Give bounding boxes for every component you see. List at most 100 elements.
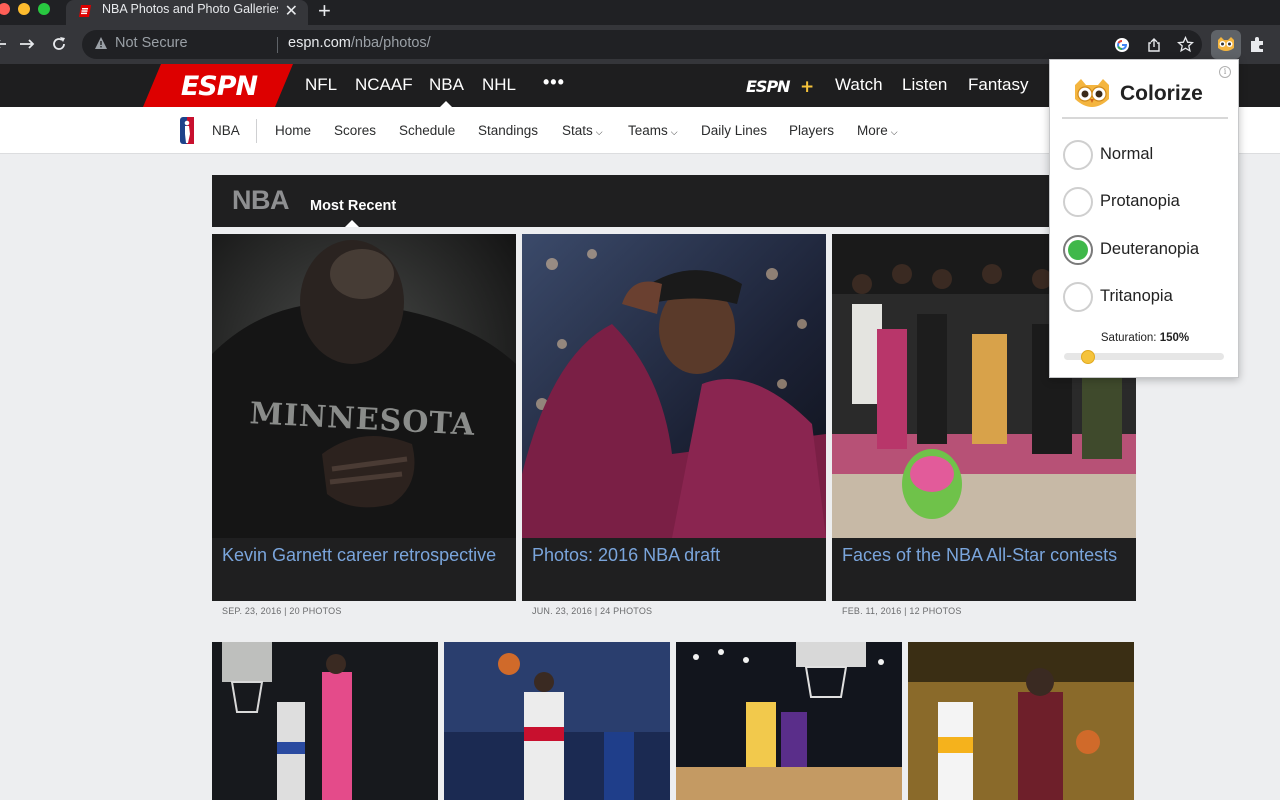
google-icon[interactable] bbox=[1114, 37, 1130, 53]
gallery-thumbnail[interactable] bbox=[908, 642, 1134, 800]
sub-nav-teams-label: Teams bbox=[628, 123, 668, 138]
option-deuteranopia[interactable]: Deuteranopia bbox=[1063, 235, 1233, 265]
radio-tritanopia[interactable] bbox=[1063, 282, 1093, 312]
saturation-text: Saturation: bbox=[1100, 332, 1157, 344]
espn-logo[interactable]: ESPN bbox=[143, 64, 293, 107]
gallery-card[interactable]: Photos: 2016 NBA draft JUN. 23, 2016 | 2… bbox=[522, 234, 826, 616]
owl-logo-icon bbox=[1075, 79, 1109, 107]
card-meta: SEP. 23, 2016 | 20 PHOTOS bbox=[222, 606, 342, 616]
saturation-slider-thumb[interactable] bbox=[1081, 350, 1095, 364]
browser-tab-strip: NBA Photos and Photo Galleries ✕ + bbox=[0, 0, 1280, 25]
gallery-thumbnail[interactable] bbox=[676, 642, 902, 800]
espn-favicon-icon bbox=[79, 5, 91, 17]
option-protanopia[interactable]: Protanopia bbox=[1063, 187, 1233, 217]
active-tab-caret bbox=[345, 220, 359, 227]
bookmark-star-icon[interactable] bbox=[1177, 36, 1194, 53]
option-label: Deuteranopia bbox=[1100, 240, 1200, 258]
radio-deuteranopia[interactable] bbox=[1063, 235, 1093, 265]
card-title[interactable]: Photos: 2016 NBA draft bbox=[532, 544, 816, 566]
sub-nav-home[interactable]: Home bbox=[275, 123, 311, 138]
zoom-window-button[interactable] bbox=[38, 3, 50, 15]
chevron-down-icon: ⌵ bbox=[890, 127, 898, 137]
sub-nav-players[interactable]: Players bbox=[789, 123, 834, 138]
popup-title: Colorize bbox=[1120, 82, 1203, 105]
basketball-action-image bbox=[676, 642, 902, 800]
close-window-button[interactable] bbox=[0, 3, 10, 15]
tab-title: NBA Photos and Photo Galleries bbox=[102, 2, 278, 16]
nav-ncaaf[interactable]: NCAAF bbox=[355, 75, 413, 95]
sub-nav-scores[interactable]: Scores bbox=[334, 123, 376, 138]
card-meta: FEB. 11, 2016 | 12 PHOTOS bbox=[842, 606, 962, 616]
svg-text:ESPN: ESPN bbox=[181, 71, 259, 102]
nav-watch[interactable]: Watch bbox=[835, 75, 883, 95]
sub-nav-schedule[interactable]: Schedule bbox=[399, 123, 455, 138]
card-caption[interactable]: Faces of the NBA All-Star contests bbox=[832, 538, 1136, 601]
popup-divider bbox=[1062, 117, 1228, 119]
nba-draft-image bbox=[522, 234, 826, 538]
radio-protanopia[interactable] bbox=[1063, 187, 1093, 217]
nav-fantasy[interactable]: Fantasy bbox=[968, 75, 1028, 95]
gallery-card[interactable]: MINNESOTA Kevin Garnett career retrospec… bbox=[212, 234, 516, 616]
sub-nav-nba[interactable]: NBA bbox=[212, 123, 240, 138]
reload-icon[interactable] bbox=[49, 34, 69, 54]
option-normal[interactable]: Normal bbox=[1063, 140, 1233, 170]
card-title[interactable]: Kevin Garnett career retrospective bbox=[222, 544, 506, 566]
not-secure-label[interactable]: Not Secure bbox=[115, 35, 188, 51]
address-bar[interactable]: Not Secure espn.com/nba/photos/ bbox=[82, 30, 1202, 59]
chevron-down-icon: ⌵ bbox=[595, 127, 603, 137]
back-arrow-icon[interactable] bbox=[0, 34, 14, 54]
sub-nav-more[interactable]: More ⌵ bbox=[857, 123, 898, 138]
gallery-title: NBA bbox=[232, 185, 290, 215]
espn-plus-logo[interactable]: ESPN + bbox=[746, 77, 814, 95]
nav-listen[interactable]: Listen bbox=[902, 75, 947, 95]
sub-nav-daily-lines[interactable]: Daily Lines bbox=[701, 123, 767, 138]
basketball-action-image bbox=[444, 642, 670, 800]
colorize-extension-button[interactable] bbox=[1211, 30, 1241, 59]
svg-text:+: + bbox=[800, 77, 814, 95]
radio-normal[interactable] bbox=[1063, 140, 1093, 170]
url-text[interactable]: espn.com/nba/photos/ bbox=[288, 35, 431, 51]
info-icon[interactable]: i bbox=[1219, 66, 1231, 78]
owl-icon bbox=[1218, 37, 1234, 51]
gallery-header: NBA Most Recent bbox=[212, 175, 1136, 227]
option-label: Protanopia bbox=[1100, 192, 1180, 210]
puzzle-extensions-icon[interactable] bbox=[1249, 36, 1266, 53]
option-label: Tritanopia bbox=[1100, 287, 1173, 305]
chevron-down-icon: ⌵ bbox=[670, 127, 678, 137]
share-icon[interactable] bbox=[1146, 37, 1162, 53]
sub-nav-stats[interactable]: Stats ⌵ bbox=[562, 123, 603, 138]
sub-nav-stats-label: Stats bbox=[562, 123, 593, 138]
nav-nfl[interactable]: NFL bbox=[305, 75, 337, 95]
nba-draft-photo[interactable] bbox=[522, 234, 826, 538]
card-caption[interactable]: Photos: 2016 NBA draft bbox=[522, 538, 826, 601]
nav-more-dots[interactable]: ••• bbox=[543, 72, 565, 93]
url-path: /nba/photos/ bbox=[350, 35, 431, 51]
tab-close-icon[interactable]: ✕ bbox=[285, 1, 298, 21]
nav-nba[interactable]: NBA bbox=[429, 75, 464, 95]
gallery-thumbnail[interactable] bbox=[444, 642, 670, 800]
url-host: espn.com bbox=[288, 35, 351, 51]
address-divider bbox=[277, 37, 278, 53]
gallery-thumbnail[interactable] bbox=[212, 642, 438, 800]
colorize-popup: i Colorize Normal Protanopia Deuteranopi… bbox=[1049, 59, 1239, 378]
nav-nhl[interactable]: NHL bbox=[482, 75, 516, 95]
svg-text:ESPN: ESPN bbox=[746, 77, 791, 95]
sub-nav-teams[interactable]: Teams ⌵ bbox=[628, 123, 678, 138]
minimize-window-button[interactable] bbox=[18, 3, 30, 15]
card-title[interactable]: Faces of the NBA All-Star contests bbox=[842, 544, 1126, 566]
saturation-value: 150% bbox=[1159, 332, 1190, 344]
browser-tab[interactable]: NBA Photos and Photo Galleries ✕ bbox=[66, 0, 308, 25]
option-label: Normal bbox=[1100, 145, 1154, 163]
basketball-action-image bbox=[908, 642, 1134, 800]
card-meta: JUN. 23, 2016 | 24 PHOTOS bbox=[532, 606, 653, 616]
tab-most-recent[interactable]: Most Recent bbox=[310, 198, 396, 214]
option-tritanopia[interactable]: Tritanopia bbox=[1063, 282, 1233, 312]
sub-nav-more-label: More bbox=[857, 123, 888, 138]
basketball-action-image bbox=[212, 642, 438, 800]
kevin-garnett-photo[interactable]: MINNESOTA bbox=[212, 234, 516, 538]
card-caption[interactable]: Kevin Garnett career retrospective bbox=[212, 538, 516, 601]
new-tab-button[interactable]: + bbox=[318, 0, 331, 24]
sub-nav-standings[interactable]: Standings bbox=[478, 123, 538, 138]
nba-logo-icon[interactable] bbox=[180, 117, 194, 144]
forward-arrow-icon[interactable] bbox=[17, 34, 37, 54]
